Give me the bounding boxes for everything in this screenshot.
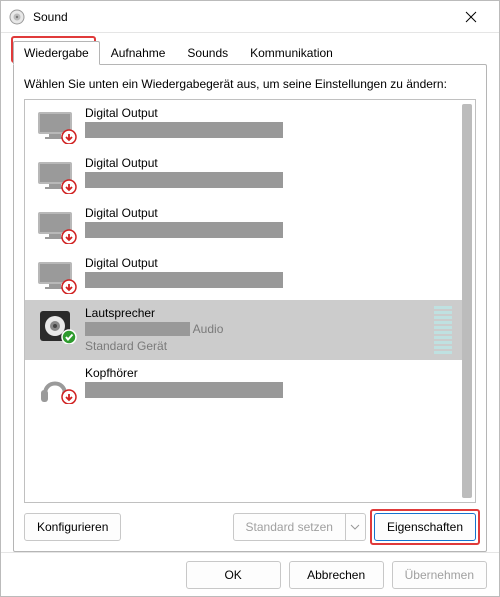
redacted-text	[85, 382, 283, 398]
redacted-text	[85, 172, 283, 188]
tab-label: Wiedergabe	[24, 46, 89, 60]
device-list-container: Digital Output Digital Output Digital Outp…	[24, 99, 476, 503]
device-info: Digital Output	[85, 106, 456, 138]
device-info: Kopfhörer	[85, 366, 456, 398]
properties-button[interactable]: Eigenschaften	[374, 513, 476, 541]
redacted-text	[85, 322, 190, 336]
close-button[interactable]	[451, 1, 491, 33]
tab-label: Aufnahme	[111, 46, 166, 60]
device-name: Kopfhörer	[85, 366, 456, 380]
volume-meter	[434, 306, 452, 354]
ok-button[interactable]: OK	[186, 561, 281, 589]
device-info: Digital Output	[85, 256, 456, 288]
scrollbar[interactable]	[462, 104, 472, 498]
device-list[interactable]: Digital Output Digital Output Digital Outp…	[25, 100, 462, 502]
button-label: Abbrechen	[307, 568, 365, 582]
tab-playback[interactable]: Wiedergabe	[13, 41, 100, 65]
tab-panel-playback: Wählen Sie unten ein Wiedergabegerät aus…	[13, 64, 487, 552]
device-name: Digital Output	[85, 156, 456, 170]
device-row[interactable]: Kopfhörer	[25, 360, 462, 410]
button-label: Konfigurieren	[37, 520, 108, 534]
button-label: Übernehmen	[405, 568, 474, 582]
set-default-button[interactable]: Standard setzen	[233, 513, 346, 541]
apply-button[interactable]: Übernehmen	[392, 561, 487, 589]
tab-sounds[interactable]: Sounds	[176, 41, 239, 65]
headphones-icon	[35, 368, 77, 404]
dialog-footer: OK Abbrechen Übernehmen	[1, 552, 499, 596]
button-label: Standard setzen	[246, 520, 333, 534]
button-label: OK	[224, 568, 241, 582]
redacted-text	[85, 122, 283, 138]
redacted-text	[85, 272, 283, 288]
device-name: Digital Output	[85, 106, 456, 120]
device-info: Lautsprecher Audio Standard Gerät	[85, 306, 434, 353]
sound-app-icon	[9, 9, 25, 25]
dialog-body: Wiedergabe Aufnahme Sounds Kommunikation…	[1, 33, 499, 552]
monitor-icon	[35, 158, 77, 194]
chevron-down-icon	[350, 524, 360, 530]
instruction-text: Wählen Sie unten ein Wiedergabegerät aus…	[24, 77, 476, 91]
tab-strip: Wiedergabe Aufnahme Sounds Kommunikation	[13, 41, 487, 65]
device-row[interactable]: Digital Output	[25, 200, 462, 250]
window-title: Sound	[33, 10, 451, 24]
titlebar: Sound	[1, 1, 499, 33]
device-name: Digital Output	[85, 206, 456, 220]
device-row[interactable]: Digital Output	[25, 250, 462, 300]
button-label: Eigenschaften	[387, 520, 463, 534]
tab-communications[interactable]: Kommunikation	[239, 41, 344, 65]
device-status-text: Standard Gerät	[85, 339, 434, 353]
configure-button[interactable]: Konfigurieren	[24, 513, 121, 541]
device-row[interactable]: Digital Output	[25, 100, 462, 150]
device-row[interactable]: Lautsprecher Audio Standard Gerät	[25, 300, 462, 360]
device-name: Lautsprecher	[85, 306, 434, 320]
device-name: Digital Output	[85, 256, 456, 270]
tab-recording[interactable]: Aufnahme	[100, 41, 177, 65]
set-default-splitbutton: Standard setzen	[233, 513, 366, 541]
set-default-dropdown[interactable]	[346, 513, 366, 541]
tab-label: Kommunikation	[250, 46, 333, 60]
speaker-icon	[35, 308, 77, 344]
device-info: Digital Output	[85, 206, 456, 238]
cancel-button[interactable]: Abbrechen	[289, 561, 384, 589]
redacted-text	[85, 222, 283, 238]
monitor-icon	[35, 258, 77, 294]
close-icon	[465, 11, 477, 23]
device-info: Digital Output	[85, 156, 456, 188]
panel-button-row: Konfigurieren Standard setzen Eigenschaf…	[24, 513, 476, 541]
device-row[interactable]: Digital Output	[25, 150, 462, 200]
tab-label: Sounds	[187, 46, 228, 60]
monitor-icon	[35, 208, 77, 244]
monitor-icon	[35, 108, 77, 144]
sound-dialog: Sound Wiedergabe Aufnahme Sounds Kommuni…	[0, 0, 500, 597]
device-detail: Audio	[190, 322, 223, 336]
